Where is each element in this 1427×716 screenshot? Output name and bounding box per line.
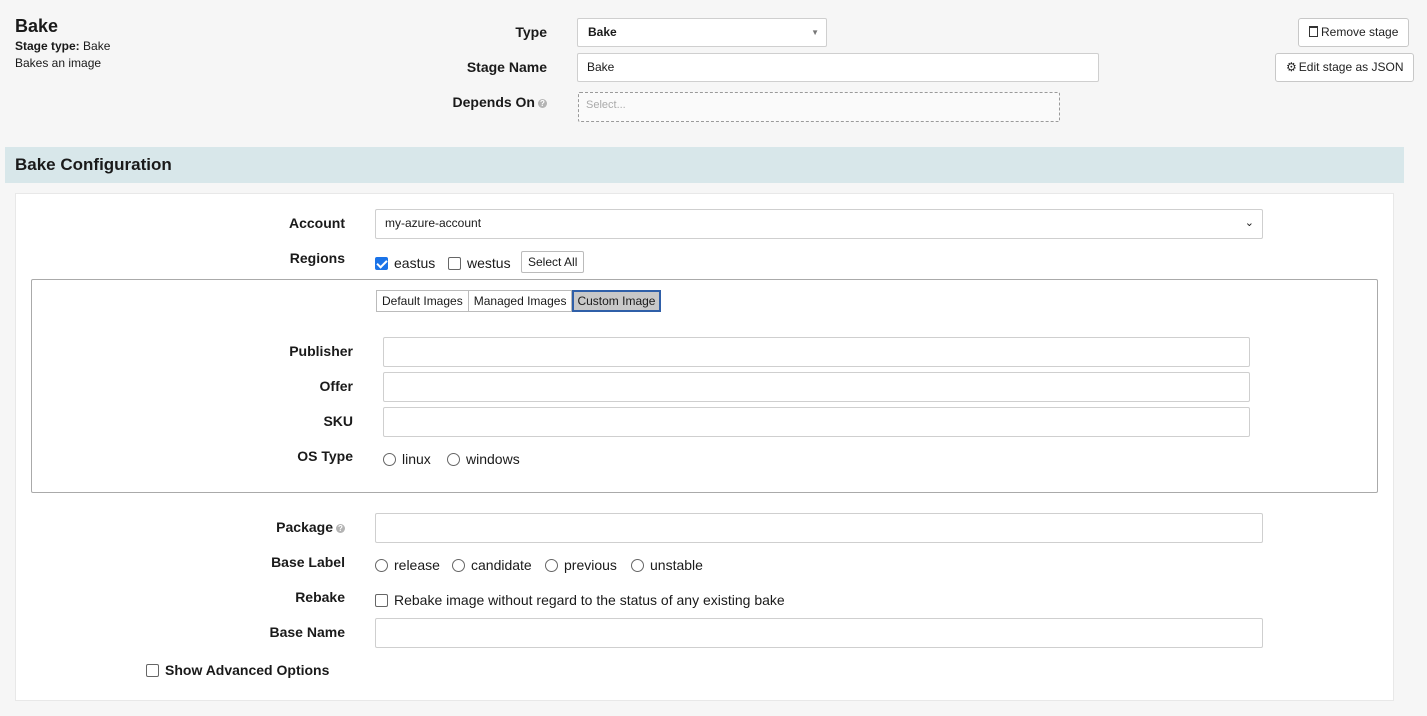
base-label-candidate-text: candidate (471, 557, 532, 573)
bake-configuration-header: Bake Configuration (5, 147, 1404, 183)
depends-on-label-text: Depends On (452, 94, 535, 110)
os-type-label: OS Type (297, 448, 353, 464)
trash-icon (1309, 26, 1318, 37)
rebake-option[interactable]: Rebake image without regard to the statu… (375, 592, 785, 610)
tab-managed-images[interactable]: Managed Images (468, 290, 573, 312)
offer-label: Offer (319, 378, 353, 394)
type-select[interactable]: Bake ▼ (577, 18, 827, 47)
stage-name-input[interactable]: Bake (577, 53, 1099, 82)
type-label: Type (515, 24, 547, 40)
region-westus[interactable]: westus (448, 255, 511, 273)
package-input[interactable] (375, 513, 1263, 543)
base-label-candidate[interactable]: candidate (452, 557, 532, 575)
caret-down-icon: ▼ (811, 28, 819, 37)
region-eastus[interactable]: eastus (375, 255, 435, 273)
depends-on-input[interactable]: Select... (578, 92, 1060, 122)
edit-json-label: Edit stage as JSON (1298, 60, 1404, 74)
stage-type-label: Stage type: (15, 39, 80, 53)
base-label-release-radio[interactable] (375, 559, 388, 572)
edit-json-button[interactable]: ⚙ Edit stage as JSON (1275, 53, 1415, 82)
stage-type-value: Bake (83, 39, 111, 53)
show-advanced-label: Show Advanced Options (165, 662, 330, 678)
sku-input[interactable] (383, 407, 1250, 437)
remove-stage-button[interactable]: Remove stage (1298, 18, 1410, 47)
depends-on-label: Depends On? (420, 94, 547, 110)
rebake-label: Rebake (295, 589, 345, 605)
base-label-label: Base Label (271, 554, 345, 570)
gear-icon: ⚙ (1286, 60, 1297, 74)
publisher-input[interactable] (383, 337, 1250, 367)
account-select[interactable]: my-azure-account ⌄ (375, 209, 1263, 239)
base-label-previous[interactable]: previous (545, 557, 617, 575)
rebake-checkbox[interactable] (375, 594, 388, 607)
base-label-previous-radio[interactable] (545, 559, 558, 572)
stage-name-label: Stage Name (466, 59, 547, 75)
os-linux-radio[interactable] (383, 453, 396, 466)
remove-stage-label: Remove stage (1321, 25, 1399, 39)
region-westus-checkbox[interactable] (448, 257, 461, 270)
package-label: Package? (230, 519, 345, 535)
os-type-windows[interactable]: windows (447, 451, 520, 469)
region-eastus-checkbox[interactable] (375, 257, 388, 270)
stage-description: Bakes an image (15, 56, 102, 70)
base-label-release-text: release (394, 557, 440, 573)
type-select-value: Bake (588, 25, 617, 39)
region-eastus-label: eastus (394, 255, 436, 271)
show-advanced-checkbox[interactable] (146, 664, 159, 677)
show-advanced-options[interactable]: Show Advanced Options (146, 662, 329, 680)
offer-input[interactable] (383, 372, 1250, 402)
publisher-label: Publisher (289, 343, 353, 359)
account-select-value: my-azure-account (385, 216, 482, 230)
base-label-unstable[interactable]: unstable (631, 557, 703, 575)
image-type-tabs: Default Images Managed Images Custom Ima… (376, 290, 662, 312)
tab-custom-image[interactable]: Custom Image (572, 290, 662, 312)
base-label-release[interactable]: release (375, 557, 440, 575)
os-type-linux[interactable]: linux (383, 451, 431, 469)
tab-default-images[interactable]: Default Images (376, 290, 469, 312)
base-name-input[interactable] (375, 618, 1263, 648)
os-linux-label: linux (402, 451, 431, 467)
base-name-label: Base Name (269, 624, 346, 640)
base-label-candidate-radio[interactable] (452, 559, 465, 572)
package-label-text: Package (276, 519, 333, 535)
help-icon[interactable]: ? (538, 99, 547, 108)
os-windows-radio[interactable] (447, 453, 460, 466)
os-windows-label: windows (466, 451, 520, 467)
help-icon[interactable]: ? (336, 524, 345, 533)
rebake-text: Rebake image without regard to the statu… (394, 592, 785, 608)
sku-label: SKU (323, 413, 353, 429)
base-label-unstable-radio[interactable] (631, 559, 644, 572)
account-label: Account (289, 215, 345, 231)
regions-label: Regions (289, 250, 345, 266)
base-label-unstable-text: unstable (650, 557, 703, 573)
base-label-previous-text: previous (564, 557, 617, 573)
stage-title: Bake (15, 16, 59, 36)
chevron-down-icon: ⌄ (1244, 217, 1254, 229)
select-all-button[interactable]: Select All (521, 251, 585, 273)
region-westus-label: westus (467, 255, 511, 271)
stage-type: Stage type: Bake (15, 39, 110, 53)
